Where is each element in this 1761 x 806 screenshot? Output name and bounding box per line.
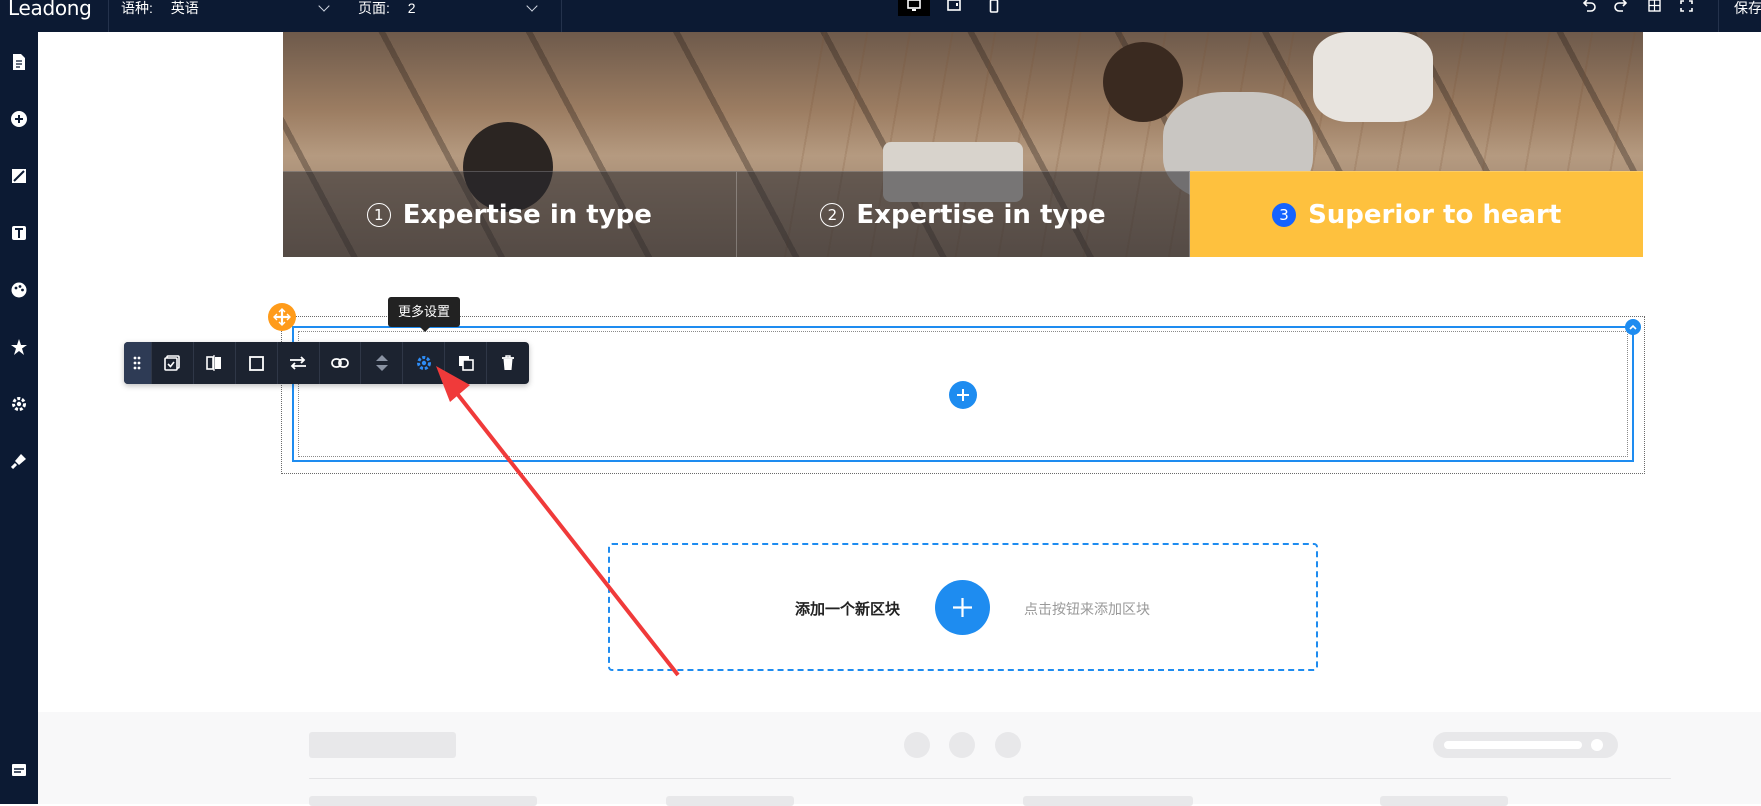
insert-section-button[interactable]: [268, 303, 296, 331]
tab-label: Superior to heart: [1308, 199, 1562, 230]
left-sidebar: [0, 32, 38, 804]
desktop-view-button[interactable]: [898, 0, 930, 16]
more-settings-button[interactable]: [403, 342, 446, 384]
divider: [108, 0, 109, 32]
save-block-button[interactable]: [152, 342, 194, 384]
undo-button[interactable]: [1577, 0, 1601, 16]
language-label: 语种:: [121, 0, 153, 16]
tab-superior-active[interactable]: 3 Superior to heart: [1190, 171, 1644, 257]
language-select[interactable]: 语种: 英语: [121, 0, 199, 16]
swap-icon: [290, 356, 307, 370]
desktop-icon: [907, 0, 921, 11]
layout-icon: [12, 764, 26, 776]
mobile-view-button[interactable]: [978, 0, 1010, 16]
redo-icon: [1614, 0, 1628, 12]
tablet-view-button[interactable]: [938, 0, 970, 16]
sidebar-item-pages[interactable]: [4, 47, 34, 77]
add-block-title: 添加一个新区块: [795, 601, 901, 618]
move-updown-icon: [375, 355, 388, 371]
divider: [309, 778, 1671, 779]
add-block-hint: 点击按钮来添加区块: [1024, 601, 1150, 617]
swap-layout-icon: [206, 355, 222, 371]
add-block-button[interactable]: [935, 580, 990, 635]
sidebar-item-text[interactable]: [4, 218, 34, 248]
page-select[interactable]: 页面: 2: [358, 0, 416, 16]
text-icon: [12, 226, 26, 240]
tab-label: Expertise in type: [402, 199, 652, 230]
add-element-button[interactable]: [949, 381, 977, 409]
link-icon: [331, 358, 349, 368]
sidebar-item-edit[interactable]: [4, 161, 34, 191]
tab-expertise-2[interactable]: 2 Expertise in type: [736, 171, 1191, 257]
chevron-up-icon: [1629, 324, 1637, 330]
sidebar-item-plugins[interactable]: [4, 446, 34, 476]
fullscreen-button[interactable]: [1674, 0, 1698, 16]
footer-placeholder: [38, 712, 1761, 806]
skeleton-block: [309, 732, 456, 758]
top-bar: Leadong 语种: 英语 页面: 2 保存: [0, 0, 1761, 32]
sidebar-item-theme[interactable]: [4, 275, 34, 305]
tooltip-more-settings: 更多设置: [388, 297, 460, 332]
tablet-icon: [947, 0, 961, 11]
mobile-icon: [989, 0, 999, 13]
save-block-icon: [164, 355, 181, 371]
delete-button[interactable]: [487, 342, 529, 384]
app-logo: Leadong: [8, 0, 92, 20]
fullscreen-icon: [1679, 0, 1693, 12]
copy-button[interactable]: [445, 342, 488, 384]
sidebar-item-layout[interactable]: [4, 755, 34, 785]
save-button[interactable]: 保存: [1734, 0, 1761, 16]
skeleton-circle: [995, 732, 1021, 758]
grid-button[interactable]: [1642, 0, 1666, 16]
tab-number-badge: 3: [1272, 202, 1297, 227]
plus-icon: [957, 389, 969, 401]
copy-icon: [458, 356, 474, 371]
sidebar-item-add[interactable]: [4, 104, 34, 134]
grid-icon: [1647, 0, 1661, 12]
feature-tabs: 1 Expertise in type 2 Expertise in type …: [283, 171, 1644, 257]
link-button[interactable]: [320, 342, 362, 384]
section-toolbar: [124, 342, 529, 384]
settings-icon: [12, 397, 26, 411]
skeleton-circle: [949, 732, 975, 758]
collapse-section-button[interactable]: [1625, 319, 1641, 335]
drag-handle[interactable]: [124, 342, 152, 384]
star-icon: [11, 339, 27, 355]
page-icon: [13, 54, 25, 70]
swap-layout-button[interactable]: [194, 342, 236, 384]
language-value: 英语: [170, 0, 199, 16]
tab-number-badge: 1: [366, 202, 391, 227]
tab-expertise-1[interactable]: 1 Expertise in type: [283, 171, 737, 257]
undo-icon: [1582, 0, 1596, 12]
page-label: 页面:: [358, 0, 390, 16]
plus-icon: [953, 598, 972, 617]
sidebar-item-settings[interactable]: [4, 389, 34, 419]
sidebar-item-favorites[interactable]: [4, 332, 34, 362]
palette-icon: [11, 282, 27, 298]
border-icon: [248, 355, 264, 371]
skeleton-circle: [904, 732, 930, 758]
chevron-down-icon[interactable]: [526, 0, 538, 12]
add-circle-icon: [11, 111, 27, 127]
settings-icon: [416, 356, 431, 370]
swap-button[interactable]: [278, 342, 320, 384]
edit-icon: [12, 169, 26, 183]
divider: [561, 0, 562, 32]
page-value: 2: [407, 0, 416, 16]
move-plus-icon: [273, 308, 291, 326]
drag-handle-icon: [134, 356, 141, 370]
redo-button[interactable]: [1609, 0, 1633, 16]
tab-label: Expertise in type: [856, 199, 1106, 230]
chevron-down-icon[interactable]: [318, 0, 330, 12]
tab-number-badge: 2: [820, 202, 845, 227]
divider: [1718, 0, 1719, 32]
brush-icon: [11, 454, 26, 469]
trash-icon: [502, 355, 514, 370]
move-updown-button[interactable]: [361, 342, 404, 384]
border-button[interactable]: [236, 342, 278, 384]
